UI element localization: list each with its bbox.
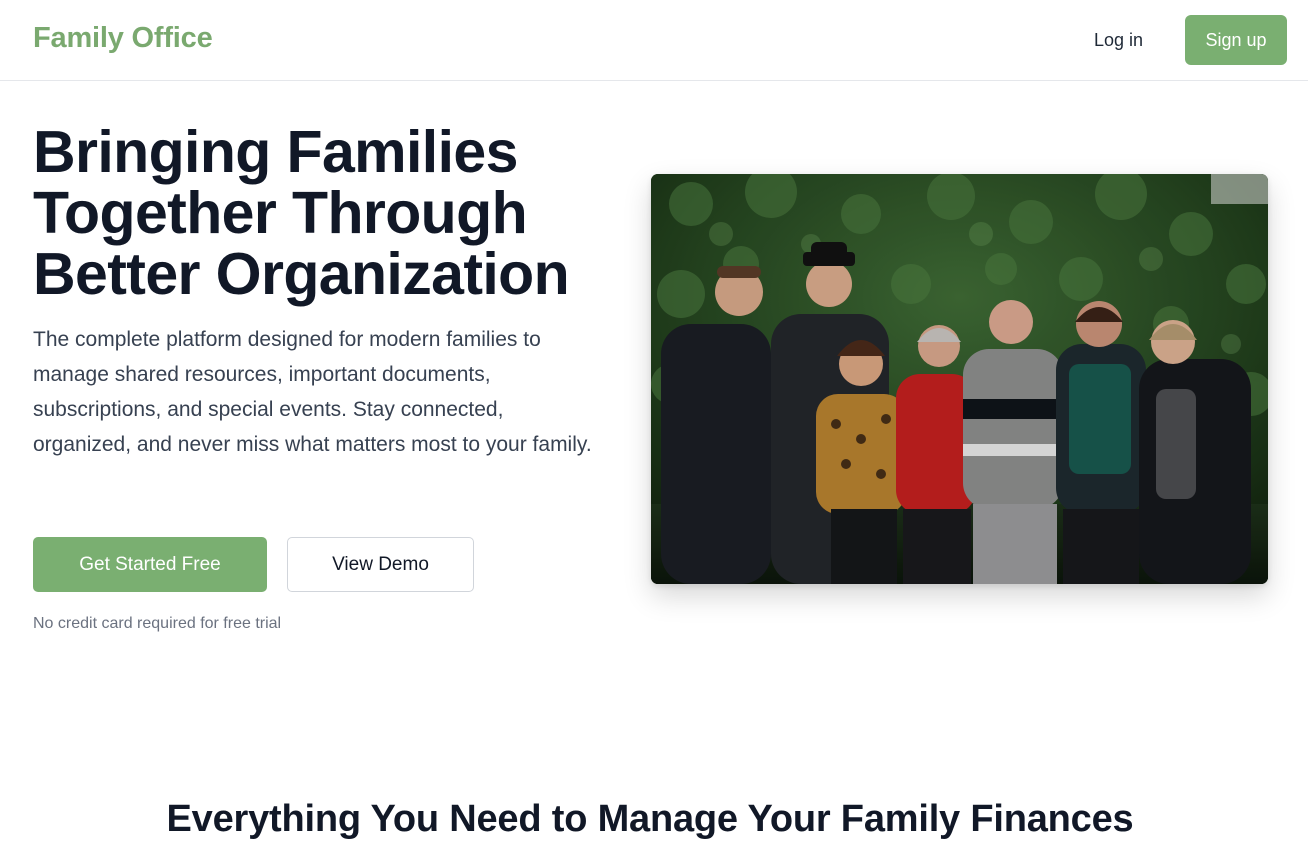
signup-button[interactable]: Sign up <box>1185 15 1287 65</box>
site-header: Family Office Log in Sign up <box>0 0 1308 81</box>
hero-title-line: Better Organization <box>33 241 570 307</box>
features-title: Everything You Need to Manage Your Famil… <box>166 798 1134 840</box>
brand-logo[interactable]: Family Office <box>33 22 213 55</box>
hero-title: Bringing Families Together Through Bette… <box>33 122 633 305</box>
family-photo <box>651 174 1268 584</box>
login-link[interactable]: Log in <box>1094 30 1143 51</box>
hero-description: The complete platform designed for moder… <box>33 328 592 456</box>
trial-note: No credit card required for free trial <box>33 615 282 632</box>
view-demo-button[interactable]: View Demo <box>287 537 474 592</box>
hero-title-line: Bringing Families <box>33 119 518 185</box>
get-started-button[interactable]: Get Started Free <box>33 537 267 592</box>
hero-title-line: Together Through <box>33 180 528 246</box>
